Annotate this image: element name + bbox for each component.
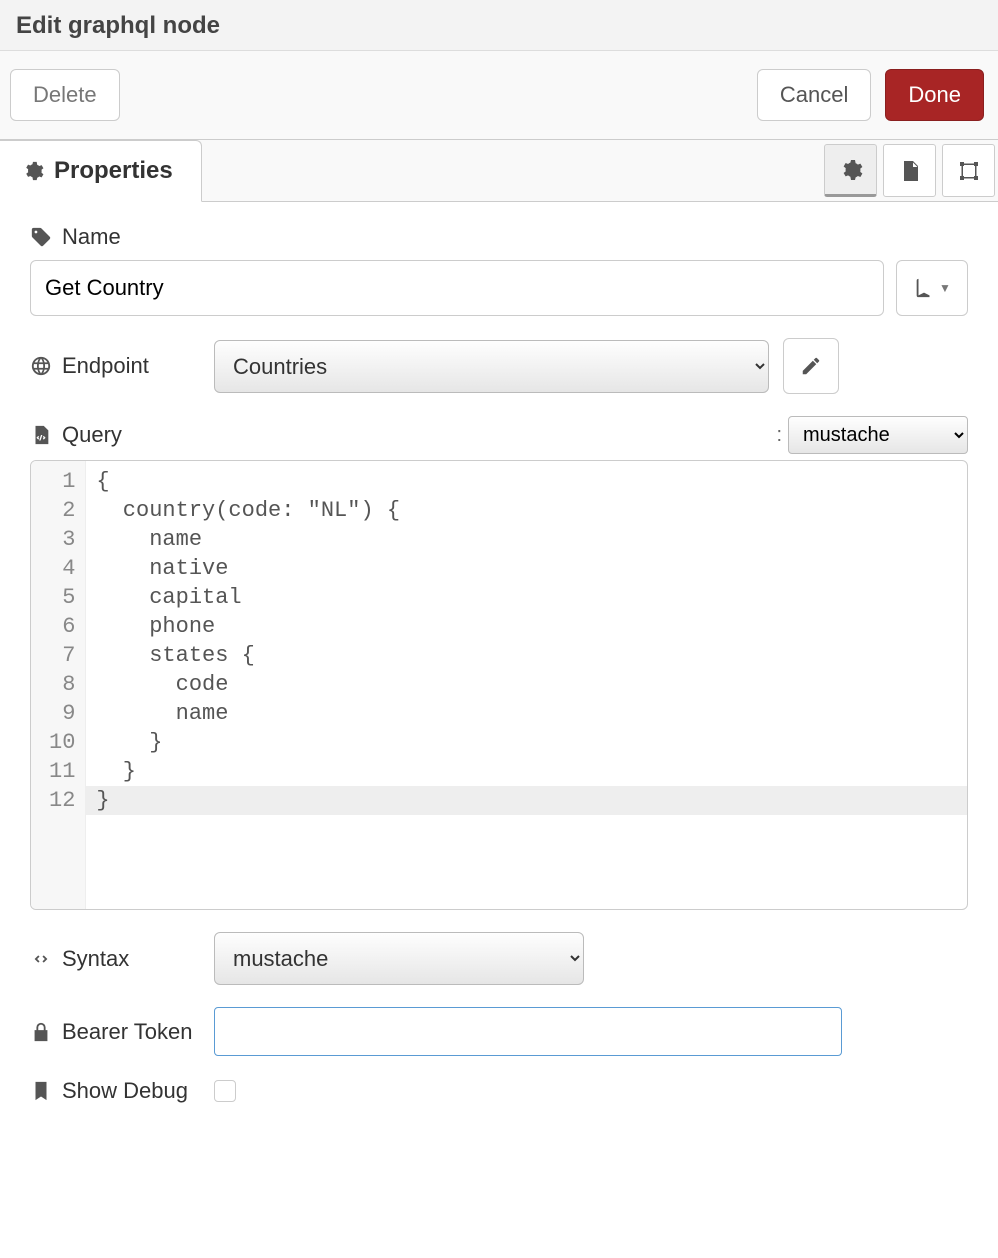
name-input[interactable] <box>30 260 884 316</box>
tabs-spacer <box>202 140 821 201</box>
tag-icon <box>30 226 52 248</box>
code-file-icon <box>30 424 52 446</box>
field-bearer-token: Bearer Token <box>30 1007 968 1056</box>
bookmark-icon <box>30 1080 52 1102</box>
gear-icon <box>22 160 44 182</box>
done-button[interactable]: Done <box>885 69 984 121</box>
name-label: Name <box>62 224 121 250</box>
colon-label: : <box>776 424 782 447</box>
content-area: Name ▼ Endpoint Countries Query <box>0 202 998 1130</box>
tabs-row: Properties <box>0 140 998 202</box>
tab-description[interactable] <box>883 144 936 197</box>
endpoint-select[interactable]: Countries <box>214 340 769 393</box>
field-query-label-row: Query <box>30 422 122 448</box>
query-editor[interactable]: 123456789101112 { country(code: "NL") { … <box>30 460 968 910</box>
dialog-header: Edit graphql node <box>0 0 998 51</box>
field-syntax: Syntax mustache <box>30 932 968 985</box>
syntax-select[interactable]: mustache <box>214 932 584 985</box>
field-name: Name ▼ <box>30 224 968 316</box>
pencil-icon <box>800 355 822 377</box>
field-endpoint: Endpoint Countries <box>30 338 968 394</box>
tab-properties-label: Properties <box>54 157 173 185</box>
code-icon <box>30 948 52 970</box>
bearer-token-input[interactable] <box>214 1007 842 1056</box>
tab-properties[interactable]: Properties <box>0 140 202 202</box>
field-token-label-row: Bearer Token <box>30 1019 200 1045</box>
gear-icon <box>839 158 863 182</box>
lock-icon <box>30 1021 52 1043</box>
query-gutter: 123456789101112 <box>31 461 86 909</box>
endpoint-edit-button[interactable] <box>783 338 839 394</box>
field-query: Query : mustache 123456789101112 { count… <box>30 416 968 910</box>
query-header-right: : mustache <box>776 416 968 454</box>
field-name-label-row: Name <box>30 224 968 250</box>
query-header: Query : mustache <box>30 416 968 454</box>
query-label: Query <box>62 422 122 448</box>
tab-settings[interactable] <box>824 144 877 197</box>
dialog-button-row: Delete Cancel Done <box>0 51 998 140</box>
cancel-button[interactable]: Cancel <box>757 69 871 121</box>
show-debug-checkbox[interactable] <box>214 1080 236 1102</box>
name-info-button[interactable]: ▼ <box>896 260 968 316</box>
query-template-select[interactable]: mustache <box>788 416 968 454</box>
caret-down-icon: ▼ <box>939 281 951 295</box>
dialog-actions-right: Cancel Done <box>757 69 984 121</box>
field-debug-label-row: Show Debug <box>30 1078 200 1104</box>
query-code[interactable]: { country(code: "NL") { name native capi… <box>86 461 967 909</box>
syntax-label: Syntax <box>62 946 129 972</box>
tab-appearance[interactable] <box>942 144 995 197</box>
field-show-debug: Show Debug <box>30 1078 968 1104</box>
globe-icon <box>30 355 52 377</box>
dialog-title: Edit graphql node <box>16 12 982 40</box>
bearer-token-label: Bearer Token <box>62 1019 192 1045</box>
endpoint-label: Endpoint <box>62 353 149 379</box>
book-icon <box>913 277 935 299</box>
show-debug-label: Show Debug <box>62 1078 188 1104</box>
bounding-box-icon <box>957 159 981 183</box>
delete-button[interactable]: Delete <box>10 69 120 121</box>
name-input-wrap: ▼ <box>30 260 968 316</box>
field-syntax-label-row: Syntax <box>30 946 200 972</box>
field-endpoint-label-row: Endpoint <box>30 353 200 379</box>
file-text-icon <box>898 159 922 183</box>
